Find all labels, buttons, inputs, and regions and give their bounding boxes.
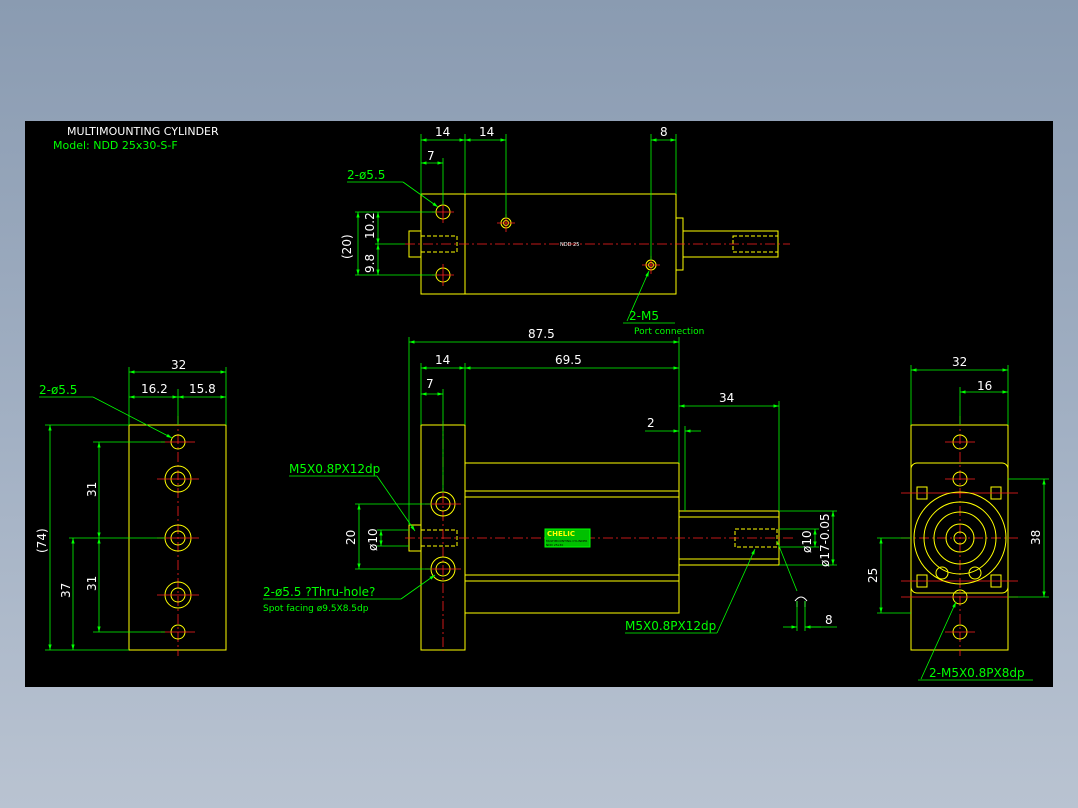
left-dim-74: (74) [35,528,49,553]
top-dim-7: 7 [427,149,435,163]
left-dim-37: 37 [59,583,73,598]
top-dim-14b: 14 [479,125,494,139]
top-view: NDD 25 14 14 8 7 2-ø5.5 (20) 10.2 9.8 2-… [340,125,790,337]
left-dim-32: 32 [171,358,186,372]
front-dim-69-5: 69.5 [555,353,582,367]
front-thread-note-left: M5X0.8PX12dp [289,462,380,476]
top-dim-20: (20) [340,234,354,259]
front-thread-note-right: M5X0.8PX12dp [625,619,716,633]
front-label-line3: NDD 25x30 [546,543,563,547]
front-dim-14: 14 [435,353,450,367]
left-dim-31b: 31 [85,576,99,591]
top-port-note: 2-M5 [629,309,659,323]
left-view: 32 16.2 15.8 2-ø5.5 (74) 31 31 37 [35,358,227,656]
right-thread-note: 2-M5X0.8PX8dp [929,666,1025,680]
left-dim-16-2: 16.2 [141,382,168,396]
front-dim-phi17: ø17-0.05 [818,513,832,567]
left-dim-31a: 31 [85,482,99,497]
top-dim-9-8: 9.8 [363,254,377,273]
right-dim-25: 25 [866,568,880,583]
front-hole-note: 2-ø5.5 ?Thru-hole? [263,585,375,599]
front-logo: CHELIC [547,530,575,538]
top-dim-8: 8 [660,125,668,139]
front-spot-note: Spot facing ø9.5X8.5dp [263,604,369,614]
right-port-b [968,566,982,580]
left-hole-note: 2-ø5.5 [39,383,77,397]
left-flange-outline [128,424,227,651]
front-view: CHELIC MULTIMOUNTING CYLINDER NDD 25x30 … [263,327,837,651]
drawing-canvas: MULTIMOUNTING CYLINDER Model: NDD 25x30-… [25,121,1053,687]
drawing-title: MULTIMOUNTING CYLINDER [67,125,219,138]
front-dim-8: 8 [825,613,833,627]
front-dim-7: 7 [426,377,434,391]
top-hole-note: 2-ø5.5 [347,168,385,182]
right-flange-outline [910,424,1009,651]
front-dim-phi10-right: ø10 [800,530,814,553]
right-dim-38: 38 [1029,530,1043,545]
front-dim-87-5: 87.5 [528,327,555,341]
front-dim-20: 20 [344,530,358,545]
model-label: Model: NDD 25x30-S-F [53,139,178,152]
top-dim-10-2: 10.2 [363,212,377,239]
left-dim-15-8: 15.8 [189,382,216,396]
right-view: 32 16 38 25 2-M5X0.8PX8dp [866,355,1049,681]
cad-drawing: MULTIMOUNTING CYLINDER Model: NDD 25x30-… [35,125,1049,681]
front-dim-34: 34 [719,391,734,405]
right-dim-32: 32 [952,355,967,369]
top-body-label: NDD 25 [560,242,579,248]
top-dim-14a: 14 [435,125,450,139]
top-port-desc: Port connection [634,327,704,337]
front-dim-2: 2 [647,416,655,430]
front-dim-phi10-left: ø10 [366,528,380,551]
right-dim-16: 16 [977,379,992,393]
